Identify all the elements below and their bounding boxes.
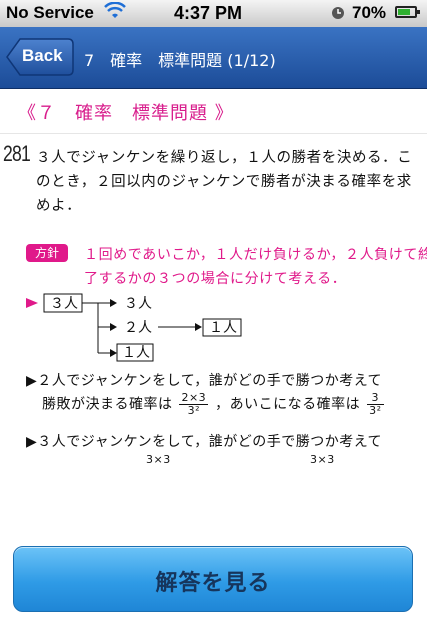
fraction: 3 3²	[367, 391, 384, 417]
start-label: ３人	[50, 296, 78, 312]
problem-text-line: のとき，２回以内のジャンケンで勝者が決まる確率を求	[36, 174, 412, 190]
divider	[0, 133, 427, 134]
clock-time: 4:37 PM	[174, 3, 243, 23]
solution-line-partial: 3×3	[146, 453, 171, 466]
branch-diagram: ３人 ３人 ２人 １人 １人	[26, 293, 242, 362]
problem-text-line: めよ．	[36, 198, 82, 214]
nav-title: 7 確率 標準問題 (1/12)	[84, 51, 276, 70]
problem-number: 281	[3, 141, 31, 166]
branch-label: ２人	[124, 320, 152, 336]
end-label: １人	[122, 345, 150, 361]
solution-line: ▶２人でジャンケンをして，誰がどの手で勝つか考えて	[26, 373, 383, 389]
end-label: １人	[209, 320, 237, 336]
hoshin-badge: 方針	[26, 244, 68, 262]
alarm-clock-icon	[332, 7, 344, 19]
battery-icon	[395, 6, 420, 18]
branch-label: ３人	[124, 296, 152, 312]
pointer-icon	[26, 298, 38, 308]
solution-line-partial: 3×3	[310, 453, 335, 466]
show-answer-button[interactable]: 解答を見る	[13, 546, 413, 612]
wifi-icon	[104, 2, 126, 18]
fraction: 2×3 3²	[179, 391, 209, 417]
back-button-label: Back	[22, 46, 63, 65]
carrier-label: No Service	[6, 3, 94, 22]
navigation-bar: Back 7 確率 標準問題 (1/12)	[0, 27, 427, 89]
solution-line: 勝敗が決まる確率は 2×3 3² ，あいこになる確率は 3 3²	[42, 391, 384, 417]
problem-text-line: ３人でジャンケンを繰り返し，１人の勝者を決める．こ	[36, 150, 413, 166]
hoshin-text-line: 了するかの３つの場合に分けて考える．	[84, 271, 347, 287]
hoshin-text-line: １回めであいこか，１人だけ負けるか，２人負けて終	[84, 247, 427, 263]
chapter-heading: 《７ 確率 標準問題 》	[18, 103, 234, 124]
solution-line: ▶３人でジャンケンをして，誰がどの手で勝つか考えて	[26, 434, 383, 450]
battery-percent: 70%	[352, 3, 387, 22]
status-bar: No Service 4:37 PM 70%	[0, 0, 427, 27]
show-answer-label: 解答を見る	[155, 571, 271, 596]
back-button[interactable]: Back	[6, 38, 74, 76]
problem-content: 《７ 確率 標準問題 》 281 ３人でジャンケンを繰り返し，１人の勝者を決める…	[0, 89, 427, 529]
